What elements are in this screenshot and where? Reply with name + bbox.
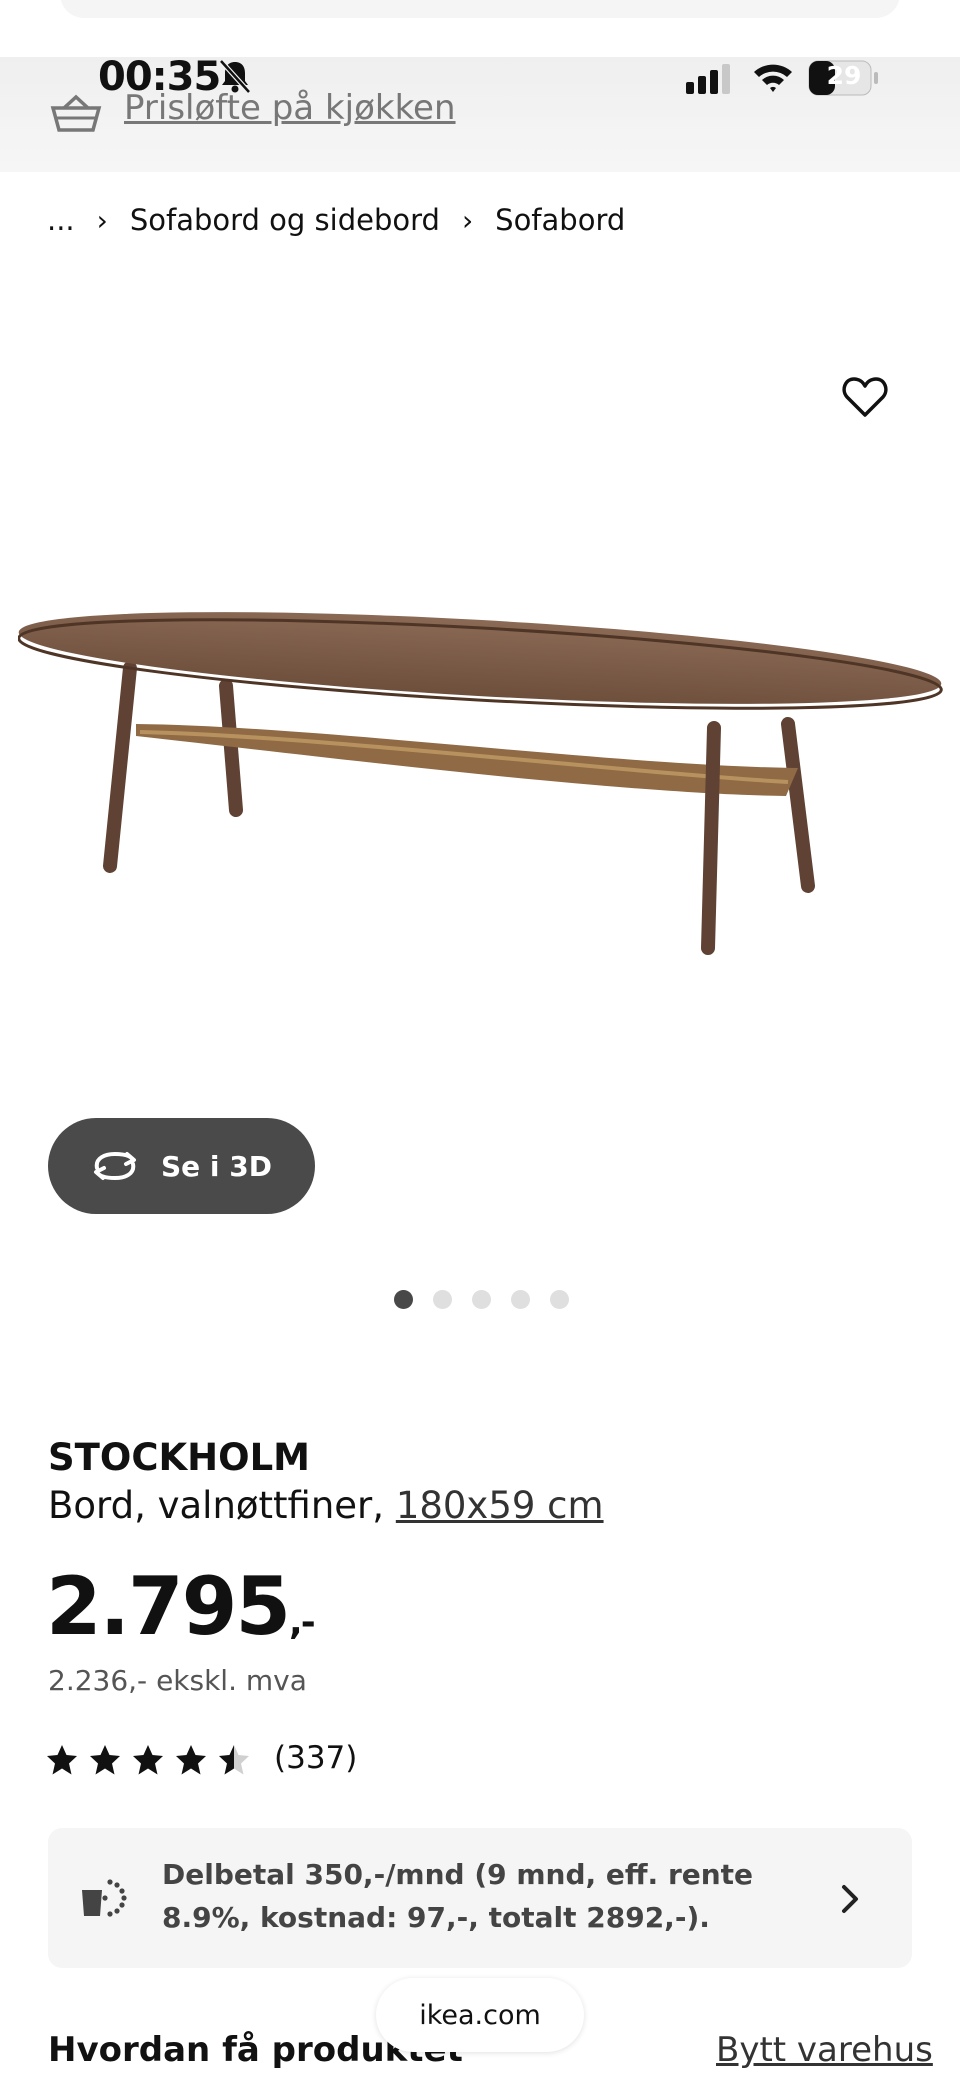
chevron-right-icon: › bbox=[96, 203, 108, 237]
breadcrumb-item-sofabord-og-sidebord[interactable]: Sofabord og sidebord bbox=[130, 203, 440, 237]
wifi-icon bbox=[754, 64, 792, 92]
carousel-dot[interactable] bbox=[550, 1290, 569, 1309]
half-star-icon bbox=[219, 1745, 249, 1775]
signal-icon bbox=[686, 64, 730, 94]
star-icon bbox=[47, 1745, 77, 1775]
rotate-3d-icon bbox=[94, 1151, 136, 1181]
product-size-link[interactable]: 180x59 cm bbox=[396, 1484, 604, 1527]
installment-text: Delbetal 350,-/mnd (9 mnd, eff. rente 8.… bbox=[162, 1858, 754, 1934]
image-carousel-dots bbox=[394, 1290, 589, 1309]
top-search-pill[interactable] bbox=[60, 0, 900, 18]
star-icon bbox=[90, 1745, 120, 1775]
product-price: 2.795,- bbox=[46, 1560, 316, 1653]
review-count[interactable]: (337) bbox=[274, 1740, 357, 1776]
rating-stars[interactable] bbox=[46, 1744, 261, 1776]
browser-url: ikea.com bbox=[419, 1999, 541, 2031]
chevron-right-icon[interactable] bbox=[840, 1884, 860, 1914]
product-description: Bord, valnøttfiner, 180x59 cm bbox=[48, 1484, 604, 1527]
carousel-dot[interactable] bbox=[394, 1290, 413, 1309]
breadcrumb: ... › Sofabord og sidebord › Sofabord bbox=[47, 203, 625, 237]
product-name: STOCKHOLM bbox=[48, 1436, 310, 1479]
breadcrumb-ellipsis[interactable]: ... bbox=[47, 203, 75, 237]
price-promise-link[interactable]: Prisløfte på kjøkken bbox=[124, 88, 456, 128]
star-icon bbox=[133, 1745, 163, 1775]
installment-icon bbox=[82, 1879, 127, 1917]
price-value: 2.795 bbox=[46, 1560, 291, 1653]
browser-url-bar[interactable]: ikea.com bbox=[376, 1978, 584, 2052]
breadcrumb-item-sofabord[interactable]: Sofabord bbox=[495, 203, 625, 237]
price-suffix: ,- bbox=[289, 1602, 316, 1643]
carousel-dot[interactable] bbox=[472, 1290, 491, 1309]
star-icon bbox=[176, 1745, 206, 1775]
heart-icon[interactable] bbox=[842, 376, 888, 418]
view-3d-label: Se i 3D bbox=[161, 1149, 272, 1183]
carousel-dot[interactable] bbox=[511, 1290, 530, 1309]
battery-level: 29 bbox=[826, 61, 862, 90]
chevron-right-icon: › bbox=[461, 203, 474, 237]
view-3d-button[interactable]: Se i 3D bbox=[48, 1118, 315, 1214]
change-store-link[interactable]: Bytt varehus bbox=[716, 2030, 933, 2070]
price-excl-vat: 2.236,- ekskl. mva bbox=[48, 1664, 307, 1697]
basket-icon bbox=[50, 94, 102, 132]
carousel-dot[interactable] bbox=[433, 1290, 452, 1309]
product-description-text: Bord, valnøttfiner, bbox=[48, 1484, 385, 1527]
product-image[interactable] bbox=[18, 596, 946, 976]
